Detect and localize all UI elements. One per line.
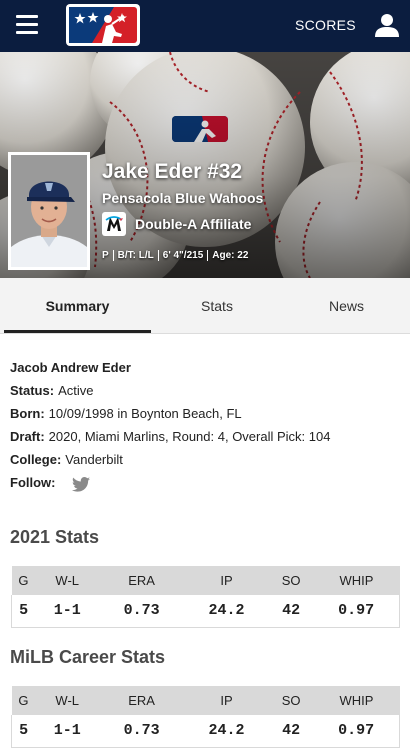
divider	[112, 250, 114, 261]
draft-value: 2020, Miami Marlins, Round: 4, Overall P…	[48, 429, 331, 444]
value-w-l: 1-1	[35, 595, 100, 628]
player-name: Jake Eder #32	[102, 160, 243, 183]
player-bio-line: P B/T: L/L 6' 4"/215 Age: 22	[102, 250, 248, 261]
tab-news[interactable]: News	[283, 278, 410, 334]
value-era: 0.73	[99, 715, 185, 748]
value-ip: 24.2	[184, 595, 269, 628]
top-nav-bar: SCORES	[0, 0, 410, 52]
scores-link[interactable]: SCORES	[295, 17, 356, 33]
header-era: ERA	[99, 566, 185, 595]
career-stats-title: MiLB Career Stats	[10, 647, 166, 667]
twitter-icon[interactable]	[71, 477, 90, 492]
tab-stats[interactable]: Stats	[151, 278, 283, 334]
milb-logo[interactable]	[66, 4, 140, 46]
header-whip: WHIP	[313, 686, 400, 715]
marlins-logo-icon	[102, 212, 126, 236]
value-whip: 0.97	[313, 715, 401, 748]
value-g: 5	[11, 595, 36, 628]
divider	[207, 250, 209, 261]
college-label: College:	[10, 452, 62, 467]
player-bio: Jacob Andrew Eder Status: Active Born: 10/…	[10, 360, 400, 498]
position-label: P	[102, 250, 109, 261]
college-value: Vanderbilt	[65, 452, 123, 467]
value-whip: 0.97	[313, 595, 401, 628]
header-whip: WHIP	[313, 566, 400, 595]
age-label: Age: 22	[212, 250, 249, 261]
bats-throws-label: B/T: L/L	[117, 250, 154, 261]
player-hero: Jake Eder #32 Pensacola Blue Wahoos Doub…	[0, 52, 410, 278]
full-name: Jacob Andrew Eder	[10, 360, 131, 375]
born-value: 10/09/1998 in Boynton Beach, FL	[48, 406, 242, 421]
value-ip: 24.2	[184, 715, 269, 748]
value-w-l: 1-1	[35, 715, 100, 748]
follow-label: Follow:	[10, 475, 56, 490]
active-tab-indicator	[4, 330, 151, 333]
profile-tabs: Summary Stats News	[0, 278, 410, 334]
draft-label: Draft:	[10, 429, 45, 444]
header-ip: IP	[184, 566, 269, 595]
header-w-l: W-L	[35, 686, 100, 715]
affiliate-label: Double-A Affiliate	[135, 216, 252, 232]
career-stats-table: G W-L ERA IP SO WHIP 5 1-1 0.73 24.2 42 …	[11, 686, 401, 748]
stats-2021-table: G W-L ERA IP SO WHIP 5 1-1 0.73 24.2 42 …	[11, 566, 401, 628]
tab-summary[interactable]: Summary	[4, 278, 151, 334]
header-g: G	[11, 566, 36, 595]
team-name-link[interactable]: Pensacola Blue Wahoos	[102, 190, 263, 206]
status-value: Active	[58, 383, 94, 398]
header-so: SO	[269, 566, 314, 595]
stats-2021-title: 2021 Stats	[10, 527, 100, 547]
header-ip: IP	[184, 686, 269, 715]
header-era: ERA	[99, 686, 185, 715]
player-headshot	[8, 152, 90, 270]
status-label: Status:	[10, 383, 55, 398]
header-so: SO	[269, 686, 314, 715]
divider	[157, 250, 159, 261]
value-era: 0.73	[99, 595, 185, 628]
value-so: 42	[269, 715, 314, 748]
value-g: 5	[11, 715, 36, 748]
header-g: G	[11, 686, 36, 715]
born-label: Born:	[10, 406, 45, 421]
header-w-l: W-L	[35, 566, 100, 595]
hamburger-menu-icon[interactable]	[16, 15, 38, 35]
value-so: 42	[269, 595, 314, 628]
height-weight-label: 6' 4"/215	[162, 250, 204, 261]
user-icon[interactable]	[374, 12, 400, 38]
